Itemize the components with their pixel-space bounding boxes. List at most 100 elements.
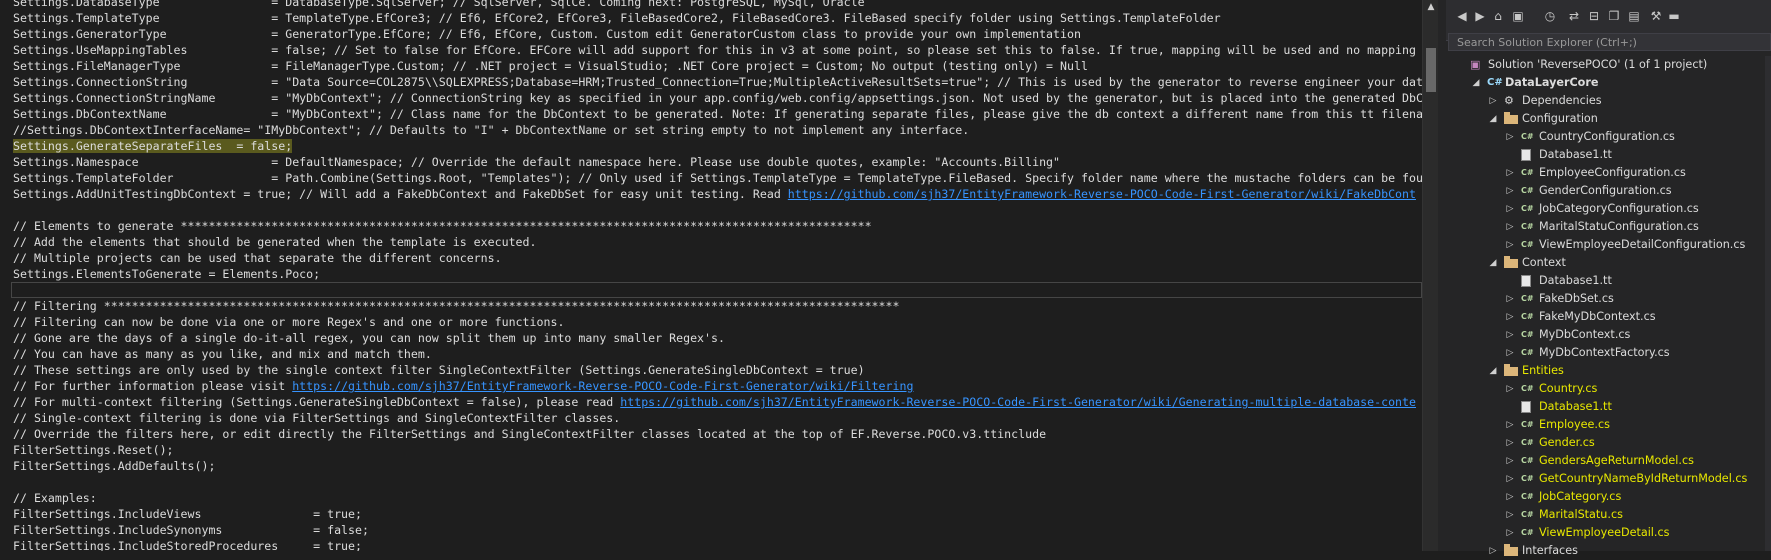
code-line[interactable]: FilterSettings.IncludeStoredProcedures =…	[13, 538, 1422, 551]
expand-arrow-icon[interactable]: ▷	[1505, 290, 1515, 308]
code-line[interactable]: // Filtering can now be done via one or …	[13, 314, 1422, 330]
file-node[interactable]: ▷ C# ViewEmployeeDetail.cs	[1446, 524, 1771, 542]
code-line[interactable]: Settings.Namespace = DefaultNamespace; /…	[13, 154, 1422, 170]
code-line[interactable]: Settings.ConnectionString = "Data Source…	[13, 74, 1422, 90]
code-link[interactable]: https://github.com/sjh37/EntityFramework…	[292, 379, 913, 393]
expand-arrow-icon[interactable]: ▷	[1505, 326, 1515, 344]
code-line[interactable]: Settings.TemplateType = TemplateType.EfC…	[13, 10, 1422, 26]
code-line[interactable]: Settings.DatabaseType = DatabaseType.Sql…	[13, 0, 1422, 10]
code-line[interactable]: Settings.ElementsToGenerate = Elements.P…	[13, 266, 1422, 282]
expand-arrow-icon[interactable]: ▷	[1505, 524, 1515, 542]
file-node[interactable]: ▷ C# GendersAgeReturnModel.cs	[1446, 452, 1771, 470]
expand-arrow-icon[interactable]: ▷	[1505, 344, 1515, 362]
code-line[interactable]	[13, 474, 1422, 490]
expand-arrow-icon[interactable]: ▷	[1505, 434, 1515, 452]
file-node[interactable]: ▷ C# Gender.cs	[1446, 434, 1771, 452]
file-node[interactable]: ▷ C# MyDbContextFactory.cs	[1446, 344, 1771, 362]
file-node[interactable]: ▷ C# EmployeeConfiguration.cs	[1446, 164, 1771, 182]
expand-arrow-icon[interactable]: ▷	[1505, 164, 1515, 182]
expand-arrow-icon[interactable]: ▷	[1505, 506, 1515, 524]
collapse-arrow-icon[interactable]: ◢	[1488, 362, 1498, 380]
file-node[interactable]: ▷ C# GetCountryNameByIdReturnModel.cs	[1446, 470, 1771, 488]
expand-arrow-icon[interactable]: ▷	[1488, 542, 1498, 560]
file-node[interactable]: ▷ C# ViewEmployeeDetailConfiguration.cs	[1446, 236, 1771, 254]
code-line[interactable]: Settings.TemplateFolder = Path.Combine(S…	[13, 170, 1422, 186]
code-line[interactable]: // Multiple projects can be used that se…	[13, 250, 1422, 266]
code-line[interactable]: // These settings are only used by the s…	[13, 362, 1422, 378]
context-folder[interactable]: ◢ Context	[1446, 254, 1771, 272]
code-line[interactable]: // Examples:	[13, 490, 1422, 506]
configuration-folder[interactable]: ◢ Configuration	[1446, 110, 1771, 128]
code-line[interactable]: FilterSettings.IncludeSynonyms = false;	[13, 522, 1422, 538]
interfaces-folder[interactable]: ▷ Interfaces	[1446, 542, 1771, 560]
collapse-all-icon[interactable]: ⊟	[1586, 8, 1602, 24]
forward-icon[interactable]: ▶	[1472, 8, 1488, 24]
back-icon[interactable]: ◀	[1454, 8, 1470, 24]
code-line[interactable]: Settings.GenerateSeparateFiles = false;	[13, 138, 1422, 154]
solution-explorer-search-input[interactable]: Search Solution Explorer (Ctrl+;)	[1448, 33, 1771, 51]
expand-arrow-icon[interactable]: ▷	[1505, 308, 1515, 326]
scroll-up-icon[interactable]: ▲	[1423, 2, 1439, 12]
expand-arrow-icon[interactable]: ▷	[1505, 236, 1515, 254]
code-line[interactable]: // For further information please visit …	[13, 378, 1422, 394]
pending-changes-icon[interactable]: ◷	[1542, 8, 1558, 24]
file-node[interactable]: ▷ C# FakeDbSet.cs	[1446, 290, 1771, 308]
code-line[interactable]: FilterSettings.AddDefaults();	[13, 458, 1422, 474]
expand-arrow-icon[interactable]: ▷	[1488, 92, 1498, 110]
expand-arrow-icon[interactable]: ▷	[1505, 416, 1515, 434]
code-line[interactable]: // Elements to generate ****************…	[13, 218, 1422, 234]
file-node[interactable]: ▷ C# Country.cs	[1446, 380, 1771, 398]
code-line[interactable]: FilterSettings.IncludeViews = true;	[13, 506, 1422, 522]
solution-explorer-scrollbar[interactable]	[1765, 56, 1771, 551]
expand-arrow-icon[interactable]: ▷	[1505, 488, 1515, 506]
code-line[interactable]	[13, 202, 1422, 218]
expand-arrow-icon[interactable]: ▷	[1505, 218, 1515, 236]
copy-icon[interactable]: ❐	[1606, 8, 1622, 24]
code-line[interactable]: // For multi-context filtering (Settings…	[13, 394, 1422, 410]
expand-arrow-icon[interactable]: ▷	[1505, 452, 1515, 470]
file-node[interactable]: Database1.tt	[1446, 272, 1771, 290]
expand-arrow-icon[interactable]: ▷	[1505, 200, 1515, 218]
file-node[interactable]: ▷ C# MyDbContext.cs	[1446, 326, 1771, 344]
file-node[interactable]: ▷ C# JobCategoryConfiguration.cs	[1446, 200, 1771, 218]
properties-icon[interactable]: ⚒	[1648, 8, 1664, 24]
code-line[interactable]: // Override the filters here, or edit di…	[13, 426, 1422, 442]
code-link[interactable]: https://github.com/sjh37/EntityFramework…	[620, 395, 1416, 409]
code-line[interactable]: Settings.UseMappingTables = false; // Se…	[13, 42, 1422, 58]
code-link[interactable]: https://github.com/sjh37/EntityFramework…	[788, 187, 1416, 201]
code-line[interactable]: Settings.GeneratorType = GeneratorType.E…	[13, 26, 1422, 42]
expand-arrow-icon[interactable]: ▷	[1505, 128, 1515, 146]
switch-views-icon[interactable]: ▣	[1510, 8, 1526, 24]
file-node[interactable]: ▷ C# MaritalStatuConfiguration.cs	[1446, 218, 1771, 236]
code-line[interactable]	[11, 282, 1422, 298]
code-line[interactable]: // Single-context filtering is done via …	[13, 410, 1422, 426]
preview-icon[interactable]: ▬	[1666, 8, 1682, 24]
code-line[interactable]: FilterSettings.Reset();	[13, 442, 1422, 458]
expand-arrow-icon[interactable]: ▷	[1505, 470, 1515, 488]
dependencies-node[interactable]: ▷ ⚙ Dependencies	[1446, 92, 1771, 110]
code-line[interactable]: Settings.AddUnitTestingDbContext = true;…	[13, 186, 1422, 202]
file-node[interactable]: Database1.tt	[1446, 146, 1771, 164]
home-icon[interactable]: ⌂	[1490, 8, 1506, 24]
collapse-arrow-icon[interactable]: ◢	[1488, 254, 1498, 272]
code-line[interactable]: Settings.DbContextName = "MyDbContext"; …	[13, 106, 1422, 122]
code-line[interactable]: Settings.ConnectionStringName = "MyDbCon…	[13, 90, 1422, 106]
collapse-arrow-icon[interactable]: ◢	[1488, 110, 1498, 128]
file-node[interactable]: ▷ C# Employee.cs	[1446, 416, 1771, 434]
file-node[interactable]: ▷ C# MaritalStatu.cs	[1446, 506, 1771, 524]
project-node[interactable]: ◢ C# DataLayerCore	[1446, 74, 1771, 92]
expand-arrow-icon[interactable]: ▷	[1505, 380, 1515, 398]
code-line[interactable]: // Add the elements that should be gener…	[13, 234, 1422, 250]
file-node[interactable]: ▷ C# FakeMyDbContext.cs	[1446, 308, 1771, 326]
code-line[interactable]: // Gone are the days of a single do-it-a…	[13, 330, 1422, 346]
sync-icon[interactable]: ⇄	[1566, 8, 1582, 24]
code-line[interactable]: Settings.FileManagerType = FileManagerTy…	[13, 58, 1422, 74]
editor-vertical-scrollbar[interactable]: ▲	[1422, 0, 1439, 551]
collapse-arrow-icon[interactable]: ◢	[1471, 74, 1481, 92]
solution-node[interactable]: ▣ Solution 'ReversePOCO' (1 of 1 project)	[1446, 56, 1771, 74]
code-line[interactable]: //Settings.DbContextInterfaceName= "IMyD…	[13, 122, 1422, 138]
file-node[interactable]: ▷ C# CountryConfiguration.cs	[1446, 128, 1771, 146]
code-line[interactable]: // You can have as many as you like, and…	[13, 346, 1422, 362]
file-node[interactable]: Database1.tt	[1446, 398, 1771, 416]
entities-folder[interactable]: ◢ Entities	[1446, 362, 1771, 380]
